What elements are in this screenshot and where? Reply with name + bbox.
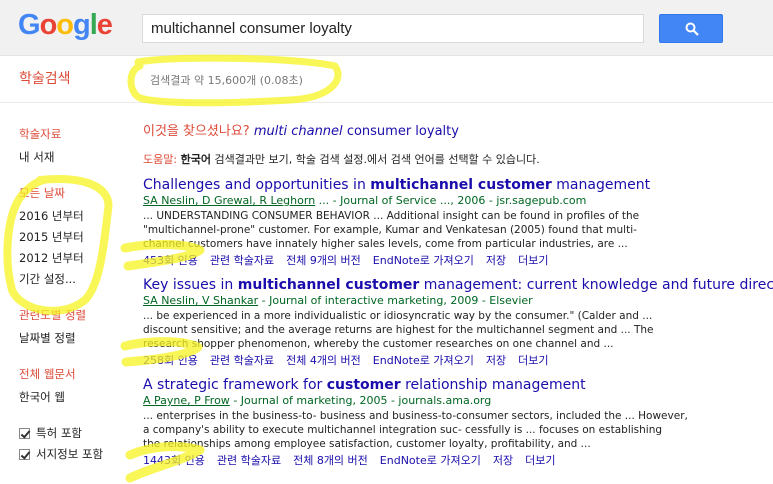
include-patents-checkbox[interactable]: 특허 포함 xyxy=(19,425,134,441)
sidebar-all-web[interactable]: 전체 웹문서 xyxy=(19,366,134,382)
search-input[interactable]: multichannel consumer loyalty xyxy=(142,14,644,43)
result-item: A strategic framework for customer relat… xyxy=(143,377,768,468)
sidebar-custom-range[interactable]: 기간 설정... xyxy=(19,271,134,287)
result-snippet: "multichannel-prone" customer. For examp… xyxy=(143,224,637,236)
save-link[interactable]: 저장 xyxy=(486,354,506,367)
import-endnote-link[interactable]: EndNote로 가져오기 xyxy=(380,454,481,467)
related-articles-link[interactable]: 관련 학술자료 xyxy=(210,354,274,367)
language-tip: 도움말: 한국어 검색결과만 보기, 학술 검색 설정.에서 검색 언어를 선택… xyxy=(143,153,540,166)
related-articles-link[interactable]: 관련 학술자료 xyxy=(210,254,274,267)
result-snippet: research shopper phenomenon, whereby the… xyxy=(143,338,614,350)
result-title-link[interactable]: Key issues in multichannel customer mana… xyxy=(143,277,773,293)
more-link[interactable]: 더보기 xyxy=(518,354,548,367)
more-link[interactable]: 더보기 xyxy=(518,254,548,267)
all-versions-link[interactable]: 전체 4개의 버전 xyxy=(286,354,361,367)
include-citations-checkbox[interactable]: 서지정보 포함 xyxy=(19,446,134,462)
sidebar-sort-date[interactable]: 날짜별 정렬 xyxy=(19,330,134,346)
save-link[interactable]: 저장 xyxy=(486,254,506,267)
all-versions-link[interactable]: 전체 9개의 버전 xyxy=(286,254,361,267)
all-versions-link[interactable]: 전체 8개의 버전 xyxy=(293,454,368,467)
scholar-title[interactable]: 학술검색 xyxy=(19,68,71,88)
result-item: Challenges and opportunities in multicha… xyxy=(143,177,768,268)
result-actions: 453회 인용 관련 학술자료 전체 9개의 버전 EndNote로 가져오기 저장 더보… xyxy=(143,252,768,268)
sidebar-since-2012[interactable]: 2012 년부터 xyxy=(19,250,134,266)
result-title-link[interactable]: A strategic framework for customer relat… xyxy=(143,377,768,393)
related-articles-link[interactable]: 관련 학술자료 xyxy=(217,454,281,467)
result-snippet: a company's ability to execute multichan… xyxy=(143,424,663,436)
suggestion-link[interactable]: multi channel consumer loyalty xyxy=(254,124,459,139)
results-column: 이것을 찾으셨나요? multi channel consumer loyalt… xyxy=(143,120,773,477)
result-snippet: ... enterprises in the business-to- busi… xyxy=(143,410,688,422)
include-patents-label: 특허 포함 xyxy=(36,426,82,440)
sidebar-my-library[interactable]: 내 서재 xyxy=(19,149,134,165)
sidebar-since-2015[interactable]: 2015 년부터 xyxy=(19,229,134,245)
sidebar-sort-relevance[interactable]: 관련도별 정렬 xyxy=(19,307,134,323)
sidebar-any-time[interactable]: 모든 날짜 xyxy=(19,185,134,201)
sidebar: 학술자료 내 서재 모든 날짜 2016 년부터 2015 년부터 2012 년… xyxy=(19,126,134,467)
result-actions: 1443회 인용 관련 학술자료 전체 8개의 버전 EndNote로 가져오기 저장 더… xyxy=(143,452,768,468)
result-meta: SA Neslin, D Grewal, R Leghorn ... - Jou… xyxy=(143,194,587,207)
top-bar: Google multichannel consumer loyalty xyxy=(0,0,773,56)
checkbox-checked-icon[interactable] xyxy=(19,427,30,439)
search-icon xyxy=(685,22,699,36)
cited-by-link[interactable]: 453회 인용 xyxy=(143,254,198,267)
did-you-mean: 이것을 찾으셨나요? multi channel consumer loyalt… xyxy=(143,124,459,139)
checkbox-checked-icon[interactable] xyxy=(19,448,30,460)
result-authors[interactable]: A Payne, P Frow xyxy=(143,394,230,407)
result-snippet: the relationships among employee satisfa… xyxy=(143,438,591,450)
include-citations-label: 서지정보 포함 xyxy=(36,447,104,461)
sidebar-korean-web[interactable]: 한국어 웹 xyxy=(19,389,134,405)
result-title-link[interactable]: Challenges and opportunities in multicha… xyxy=(143,177,768,193)
cited-by-link[interactable]: 258회 인용 xyxy=(143,354,198,367)
result-authors[interactable]: SA Neslin, V Shankar xyxy=(143,294,258,307)
search-button[interactable] xyxy=(659,14,723,43)
result-snippet: ... UNDERSTANDING CONSUMER BEHAVIOR ... … xyxy=(143,210,640,222)
result-authors[interactable]: SA Neslin, D Grewal, R Leghorn xyxy=(143,194,315,207)
result-actions: 258회 인용 관련 학술자료 전체 4개의 버전 EndNote로 가져오기 저장 더보… xyxy=(143,352,768,368)
result-snippet: discount sensitive; and the average retu… xyxy=(143,324,654,336)
result-meta: A Payne, P Frow - Journal of marketing, … xyxy=(143,394,492,407)
result-snippet: ... be experienced in a more individuali… xyxy=(143,310,653,322)
sidebar-since-2016[interactable]: 2016 년부터 xyxy=(19,208,134,224)
cited-by-link[interactable]: 1443회 인용 xyxy=(143,454,205,467)
korean-only-link[interactable]: 한국어 xyxy=(181,153,211,166)
result-item: Key issues in multichannel customer mana… xyxy=(143,277,773,368)
more-link[interactable]: 더보기 xyxy=(525,454,555,467)
result-snippet: channel customers have innately higher s… xyxy=(143,238,628,250)
import-endnote-link[interactable]: EndNote로 가져오기 xyxy=(373,254,474,267)
sub-header: 학술검색 검색결과 약 15,600개 (0.08초) xyxy=(0,57,773,103)
result-meta: SA Neslin, V Shankar - Journal of intera… xyxy=(143,294,533,307)
google-logo[interactable]: Google xyxy=(18,9,113,42)
sidebar-articles-heading[interactable]: 학술자료 xyxy=(19,126,134,142)
import-endnote-link[interactable]: EndNote로 가져오기 xyxy=(373,354,474,367)
save-link[interactable]: 저장 xyxy=(493,454,513,467)
result-stats: 검색결과 약 15,600개 (0.08초) xyxy=(150,74,303,87)
